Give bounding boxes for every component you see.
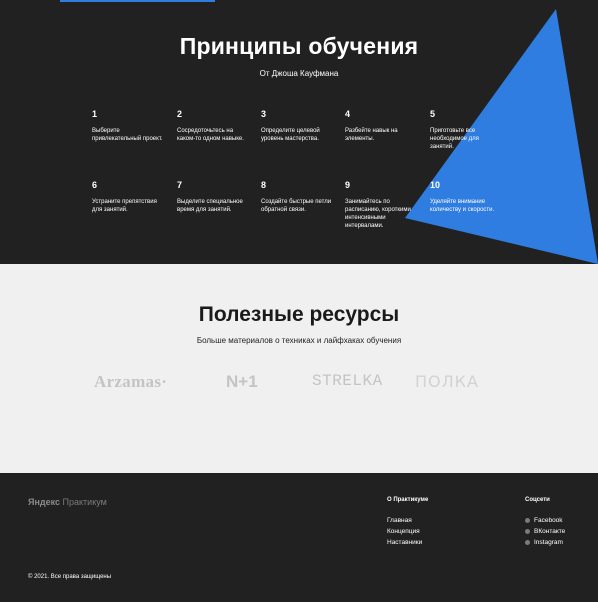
- principle-step: 8 Создайте быстрые петли обратной связи.: [261, 180, 333, 214]
- step-text: Выберите привлекательный проект.: [92, 128, 163, 142]
- step-number: 9: [345, 180, 351, 190]
- social-column-title: Соцсети: [525, 497, 550, 503]
- copyright-text: © 2021. Все права защищены: [28, 574, 112, 580]
- strelka-logo-link[interactable]: STRELKA: [312, 372, 383, 390]
- step-text: Создайте быстрые петли обратной связи.: [261, 199, 332, 213]
- principle-step: 10 Уделяйте внимание количеству и скорос…: [430, 180, 502, 214]
- footer-link-vkontakte[interactable]: ВКонтакте: [525, 528, 565, 539]
- instagram-label: Instagram: [534, 539, 563, 546]
- resources-section: Полезные ресурсы Больше материалов о тех…: [0, 264, 598, 473]
- principle-step: 3 Определите целевой уровень мастерства.: [261, 109, 333, 143]
- principle-step: 9 Занимайтесь по расписанию, короткими и…: [345, 180, 417, 230]
- footer: Яндекс Практикум О Практикуме Главная Ко…: [0, 473, 598, 602]
- step-number: 5: [430, 109, 436, 119]
- step-number: 2: [177, 109, 183, 119]
- step-number: 8: [261, 180, 267, 190]
- step-text: Занимайтесь по расписанию, короткими инт…: [345, 199, 411, 229]
- polka-logo-link[interactable]: ПОЛКА: [415, 372, 479, 391]
- vk-icon: [525, 528, 530, 534]
- instagram-icon: [525, 539, 530, 545]
- resources-subtitle: Больше материалов о техниках и лайфхаках…: [196, 336, 402, 345]
- step-number: 1: [92, 109, 98, 119]
- footer-link-home[interactable]: Главная: [387, 517, 422, 528]
- principles-section: Принципы обучения От Джоша Кауфмана 1 Вы…: [0, 0, 598, 264]
- step-text: Устраните препятствия для занятий.: [92, 199, 157, 213]
- principle-step: 2 Сосредоточьтесь на каком-то одном навы…: [177, 109, 249, 143]
- footer-link-concept[interactable]: Концепция: [387, 528, 422, 539]
- nplus1-logo-link[interactable]: N+1: [226, 372, 258, 392]
- vk-label: ВКонтакте: [534, 528, 566, 535]
- step-text: Выделите специальное время для занятий.: [177, 199, 243, 213]
- principle-step: 1 Выберите привлекательный проект.: [92, 109, 164, 143]
- step-number: 4: [345, 109, 351, 119]
- social-links: Facebook ВКонтакте Instagram: [525, 517, 565, 550]
- step-text: Уделяйте внимание количеству и скорости.: [430, 199, 495, 213]
- step-number: 10: [430, 180, 441, 190]
- principles-title: Принципы обучения: [179, 33, 419, 59]
- step-number: 6: [92, 180, 98, 190]
- about-links: Главная Концепция Наставники: [387, 517, 422, 550]
- step-number: 7: [177, 180, 183, 190]
- step-text: Разбейте навык на элементы.: [345, 128, 398, 142]
- footer-link-facebook[interactable]: Facebook: [525, 517, 565, 528]
- about-column-title: О Практикуме: [387, 497, 429, 503]
- step-number: 3: [261, 109, 267, 119]
- principle-step: 4 Разбейте навык на элементы.: [345, 109, 417, 143]
- brand-yandex: Яндекс: [28, 497, 61, 507]
- brand-practicum: Практикум: [62, 497, 107, 507]
- principle-step: 6 Устраните препятствия для занятий.: [92, 180, 164, 214]
- principle-step: 5 Приготовьте все необходимое для заняти…: [430, 109, 502, 151]
- step-text: Сосредоточьтесь на каком-то одном навыке…: [177, 128, 244, 142]
- footer-link-instagram[interactable]: Instagram: [525, 539, 565, 550]
- footer-brand-logo[interactable]: Яндекс Практикум: [28, 497, 107, 507]
- step-text: Приготовьте все необходимое для занятий.: [430, 128, 479, 150]
- facebook-icon: [525, 517, 530, 523]
- principle-step: 7 Выделите специальное время для занятий…: [177, 180, 249, 214]
- principles-subtitle: От Джоша Кауфмана: [259, 69, 339, 78]
- resources-title: Полезные ресурсы: [198, 303, 400, 326]
- footer-link-mentors[interactable]: Наставники: [387, 539, 422, 550]
- arzamas-logo-link[interactable]: Arzamas·: [94, 372, 167, 392]
- facebook-label: Facebook: [534, 517, 563, 524]
- step-text: Определите целевой уровень мастерства.: [261, 128, 320, 142]
